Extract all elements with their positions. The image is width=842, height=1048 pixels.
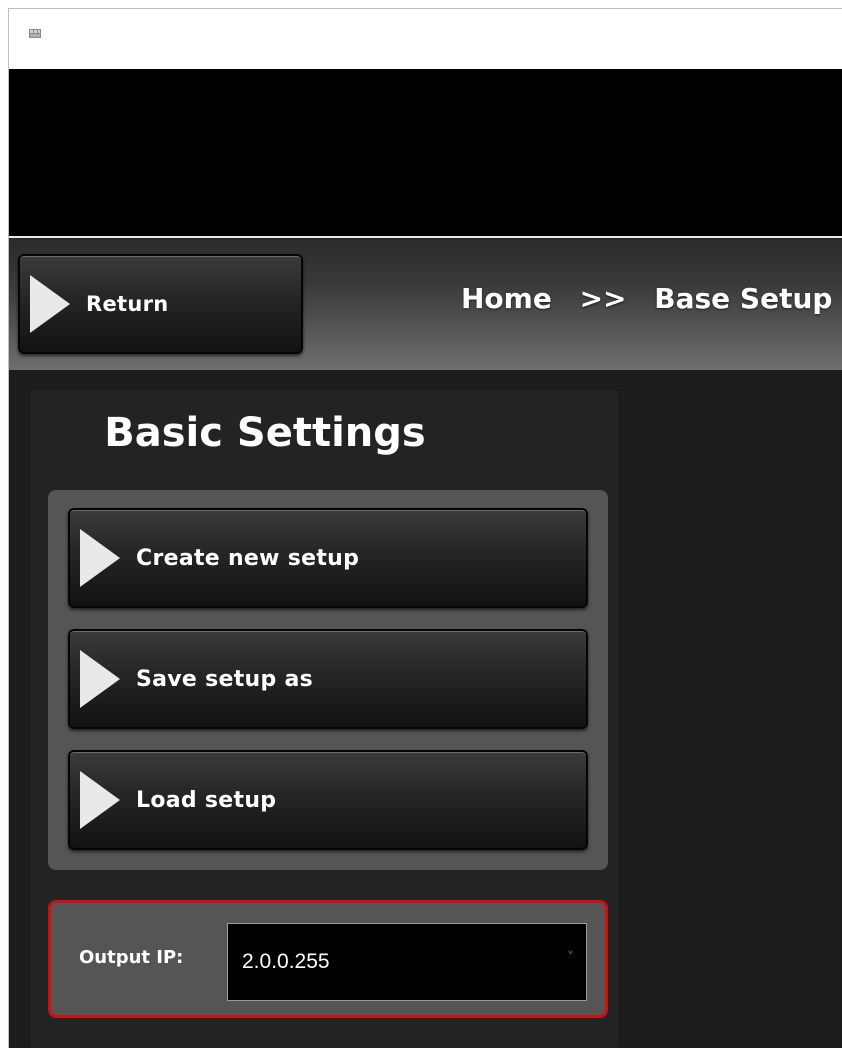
load-setup-button[interactable]: Load setup — [68, 750, 588, 850]
play-arrow-icon — [80, 650, 120, 708]
application-window: Return Home >> Base Setup Basic Settings… — [8, 8, 842, 1048]
breadcrumb-home[interactable]: Home — [461, 282, 552, 315]
basic-settings-panel: Basic Settings Create new setup Save set… — [30, 390, 618, 1048]
return-button[interactable]: Return — [18, 254, 303, 354]
play-arrow-icon — [80, 771, 120, 829]
breadcrumb-separator: >> — [579, 282, 627, 315]
save-setup-as-button[interactable]: Save setup as — [68, 629, 588, 729]
title-bar — [9, 9, 842, 69]
navigation-bar: Return Home >> Base Setup — [9, 238, 842, 370]
load-setup-label: Load setup — [136, 787, 277, 813]
output-ip-dropdown[interactable]: 2.0.0.255 ˅ — [227, 923, 587, 1001]
output-ip-panel: Output IP: 2.0.0.255 ˅ — [48, 900, 608, 1018]
main-content: Basic Settings Create new setup Save set… — [9, 370, 842, 1048]
create-new-setup-label: Create new setup — [136, 545, 360, 571]
app-icon — [29, 29, 41, 38]
save-setup-as-label: Save setup as — [136, 666, 314, 692]
play-arrow-icon — [30, 275, 70, 333]
header-banner — [9, 69, 842, 236]
return-button-label: Return — [86, 292, 169, 316]
breadcrumb: Home >> Base Setup — [461, 282, 842, 315]
output-ip-value: 2.0.0.255 — [242, 950, 330, 973]
chevron-down-icon: ˅ — [567, 950, 574, 966]
create-new-setup-button[interactable]: Create new setup — [68, 508, 588, 608]
play-arrow-icon — [80, 529, 120, 587]
output-ip-label: Output IP: — [79, 947, 184, 968]
setup-button-group: Create new setup Save setup as Load setu… — [48, 490, 608, 870]
panel-title: Basic Settings — [104, 410, 426, 456]
breadcrumb-current: Base Setup — [654, 282, 833, 315]
